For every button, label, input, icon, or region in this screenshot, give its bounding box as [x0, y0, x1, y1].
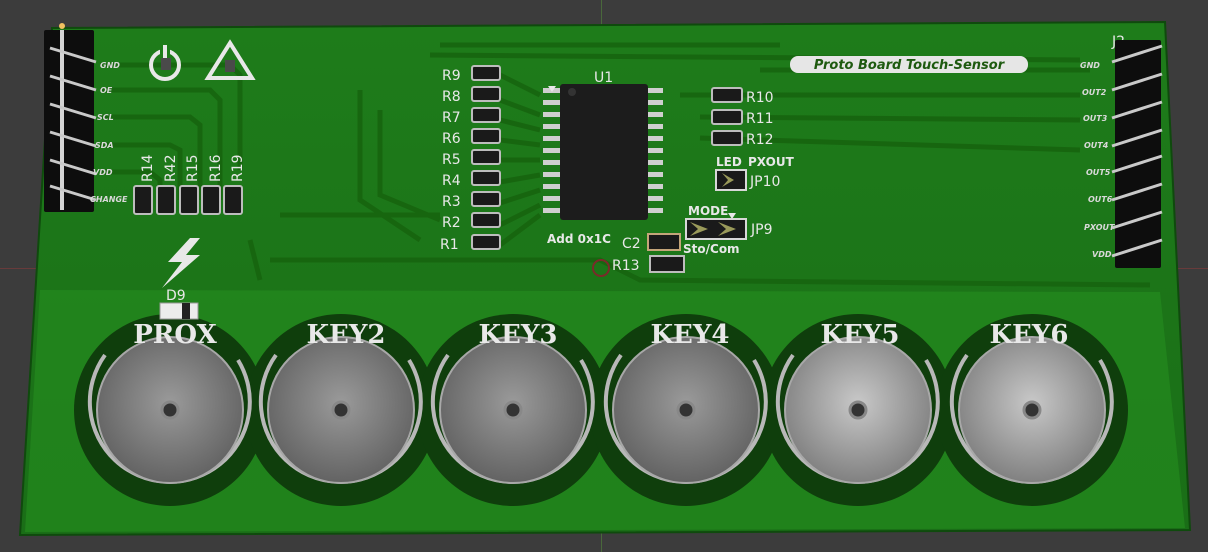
board-title-plate: Proto Board Touch-Sensor	[790, 56, 1028, 73]
ref-r9: R9	[442, 68, 461, 84]
key-label-3: KEY3	[478, 320, 557, 350]
ref-r8: R8	[442, 89, 461, 105]
ic-u1[interactable]: U1	[543, 70, 663, 220]
j1-pin-vdd: VDD	[93, 168, 113, 177]
mode-label: MODE	[688, 204, 728, 218]
ref-r15: R15	[185, 154, 201, 182]
jumper-jp9[interactable]	[685, 218, 747, 240]
j2-pin-pxout: PXOUT	[1084, 223, 1115, 232]
j2-pin-gnd: GND	[1080, 61, 1100, 70]
ref-r4: R4	[442, 173, 461, 189]
resistor-list-right: R10 R11 R12	[711, 87, 774, 148]
ref-c2: C2	[622, 236, 641, 252]
ref-r7: R7	[442, 110, 461, 126]
ref-r5: R5	[442, 152, 461, 168]
ref-r12: R12	[746, 132, 774, 148]
ref-r10: R10	[746, 90, 774, 106]
ref-r19: R19	[230, 154, 246, 182]
ref-r3: R3	[442, 194, 461, 210]
board-title: Proto Board Touch-Sensor	[814, 58, 1006, 73]
ref-r11: R11	[746, 111, 774, 127]
j2-pin-out2: OUT2	[1082, 88, 1107, 97]
ref-r6: R6	[442, 131, 461, 147]
ref-r16: R16	[208, 154, 224, 182]
ref-r1: R1	[440, 237, 459, 253]
ref-jp9: JP9	[750, 222, 772, 238]
ref-r13: R13	[612, 258, 640, 274]
j2-pin-out6: OUT6	[1088, 195, 1113, 204]
pcb-render[interactable]: PROX KEY2 KEY3 KEY4 KEY5 KEY6 GND OE SCL…	[0, 0, 1208, 552]
corner-marker-icon	[59, 23, 65, 29]
led-label: LED	[716, 155, 742, 169]
j2-pin-out5: OUT5	[1086, 168, 1111, 177]
ref-r14: R14	[140, 154, 156, 182]
j2-pin-out3: OUT3	[1083, 114, 1108, 123]
key-label-5: KEY5	[820, 320, 899, 350]
led-d9-marker	[182, 303, 190, 319]
key-label-4: KEY4	[650, 320, 729, 350]
j1-pin-oe: OE	[100, 86, 113, 95]
j1-pin-scl: SCL	[97, 113, 114, 122]
ref-u1: U1	[594, 70, 613, 86]
resistor-r13	[649, 255, 685, 273]
jumper-jp10[interactable]	[715, 169, 747, 191]
ref-jp10: JP10	[749, 174, 780, 190]
key-label-prox: PROX	[133, 320, 217, 350]
j1-pin-sda: SDA	[95, 141, 114, 150]
ref-d9: D9	[166, 288, 186, 304]
j1-pin-change: CHANGE	[90, 195, 128, 204]
ref-r2: R2	[442, 215, 461, 231]
sto-com-label: Sto/Com	[683, 242, 740, 256]
ref-r42: R42	[163, 154, 179, 182]
key-label-2: KEY2	[306, 320, 385, 350]
3d-viewport[interactable]: PROX KEY2 KEY3 KEY4 KEY5 KEY6 GND OE SCL…	[0, 0, 1208, 552]
capacitor-c2	[647, 233, 681, 251]
key-label-6: KEY6	[989, 320, 1068, 350]
j1-pin-gnd: GND	[100, 61, 120, 70]
pxout-label: PXOUT	[748, 155, 795, 169]
led-d9	[159, 302, 199, 320]
address-label: Add 0x1C	[547, 232, 611, 246]
j2-pin-vdd: VDD	[1092, 250, 1112, 259]
j2-pin-out4: OUT4	[1084, 141, 1109, 150]
